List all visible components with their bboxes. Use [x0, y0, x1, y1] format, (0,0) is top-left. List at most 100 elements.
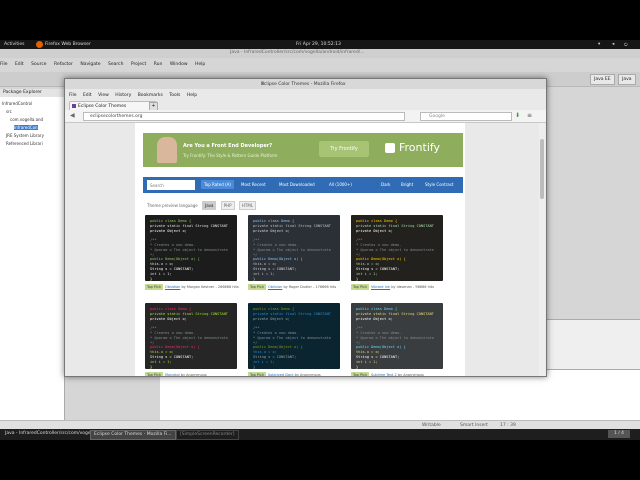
banner-cta-button[interactable]: Try Frontify	[319, 141, 369, 157]
ff-menu-file[interactable]: File	[69, 93, 77, 98]
package-explorer-header: Package Explorer	[0, 89, 64, 97]
code-line: * Creates a new demo.	[356, 243, 402, 247]
ff-menu-history[interactable]: History	[115, 93, 131, 98]
ff-menu-bookmarks[interactable]: Bookmarks	[138, 93, 163, 98]
code-line: private static final String CONSTANT	[356, 311, 434, 316]
eclipse-menu-file[interactable]: File	[0, 62, 8, 67]
code-line: * @param o The object to demonstrate	[356, 247, 434, 252]
code-line: this.o = o;	[356, 262, 380, 267]
code-line: /**	[253, 326, 260, 331]
search-box[interactable]: Google	[420, 112, 512, 121]
tree-item-class[interactable]: InfraredCon	[14, 125, 38, 130]
activities-button[interactable]: Activities	[4, 42, 25, 47]
back-icon[interactable]: ◀	[70, 112, 75, 119]
eclipse-menu-refactor[interactable]: Refactor	[54, 62, 73, 67]
task-eclipse[interactable]: Java - InfraredController/src/com/vogel.…	[2, 430, 99, 438]
task-screen-recorder[interactable]: [SimpleScreenRecorder]	[176, 430, 239, 440]
theme-preview-card[interactable]: public class Demo { private static final…	[145, 215, 237, 281]
close-icon[interactable]: ✕	[261, 82, 265, 87]
filter-java[interactable]: Java	[202, 201, 217, 210]
code-line: * Creates a new demo.	[356, 331, 402, 335]
code-line: public Demo(Object o) {	[356, 345, 406, 350]
theme-author: by Anonymous	[180, 373, 207, 377]
nav-top-rated[interactable]: Top Rated (A)	[201, 180, 234, 189]
theme-author: by Roger Dudler - 176666 hits	[283, 285, 337, 289]
code-line: this.o = o;	[150, 262, 174, 267]
url-bar[interactable]: eclipsecolorthemes.org	[83, 112, 405, 121]
code-line: public class Demo {	[253, 219, 295, 223]
code-line: int i = 1;	[356, 271, 378, 276]
download-icon[interactable]: ⬇	[515, 112, 520, 119]
code-line: int i = 1;	[150, 359, 172, 364]
filter-php[interactable]: PHP	[220, 201, 235, 210]
theme-name-link[interactable]: Vibrant Ink	[371, 285, 390, 289]
theme-name-link[interactable]: Obsidian	[165, 285, 180, 289]
eclipse-menu-run[interactable]: Run	[154, 62, 163, 67]
workspace-pager[interactable]: 1 / 4	[608, 430, 630, 438]
theme-preview-card[interactable]: public class Demo { private static final…	[248, 303, 340, 369]
url-text: eclipsecolorthemes.org	[90, 114, 143, 119]
eclipse-titlebar: Java - InfraredController/src/com/vogell…	[0, 49, 640, 58]
nav-style-contrast[interactable]: Style Contrast	[425, 182, 453, 187]
nav-all[interactable]: All (1000+)	[329, 182, 352, 187]
app-menu[interactable]: Firefox Web Browser	[45, 42, 91, 47]
theme-search-input[interactable]: Search	[147, 180, 195, 190]
task-firefox[interactable]: Eclipse Color Themes - Mozilla Fi...	[90, 430, 176, 440]
menu-icon[interactable]: ≡	[527, 112, 532, 119]
eclipse-menu-search[interactable]: Search	[108, 62, 123, 67]
tree-item-package[interactable]: com.vogella.and	[10, 117, 43, 122]
nav-most-downloaded[interactable]: Most Downloaded	[279, 182, 315, 187]
firefox-titlebar: Eclipse Color Themes - Mozilla Firefox ✕	[65, 79, 546, 89]
code-line: * Creates a new demo.	[150, 331, 196, 335]
code-line: String s = CONSTANT;	[356, 355, 400, 359]
network-icon[interactable]: ▾	[598, 42, 600, 47]
theme-card-meta: Top Pick Oblivion by Roger Dudler - 17666…	[248, 284, 337, 290]
theme-author: by Anonymous	[294, 373, 321, 377]
code-line: */	[356, 340, 361, 345]
scrollbar-thumb[interactable]	[540, 139, 544, 199]
ff-menu-help[interactable]: Help	[187, 93, 197, 98]
theme-name-link[interactable]: Monokai	[165, 373, 180, 376]
perspective-java-ee[interactable]: Java EE	[590, 74, 615, 85]
theme-card-meta: Top Pick Obsidian by Morgan Kestner - 266…	[145, 284, 239, 290]
volume-icon[interactable]: ◂	[612, 42, 614, 47]
theme-name-link[interactable]: Oblivion	[268, 285, 282, 289]
ad-banner[interactable]: Are You a Front End Developer? Try Front…	[143, 133, 463, 167]
code-line: public Demo(Object o) {	[253, 257, 303, 262]
theme-preview-card[interactable]: public class Demo { private static final…	[248, 215, 340, 281]
tree-item-src[interactable]: src	[6, 109, 12, 114]
eclipse-menu-window[interactable]: Window	[170, 62, 188, 67]
theme-preview-card[interactable]: public class Demo { private static final…	[351, 215, 443, 281]
theme-preview-card[interactable]: public class Demo { private static final…	[351, 303, 443, 369]
nav-dark[interactable]: Dark	[381, 182, 391, 187]
code-line: public class Demo {	[150, 307, 192, 311]
ff-menu-view[interactable]: View	[98, 93, 109, 98]
code-line: public Demo(Object o) {	[150, 345, 200, 350]
code-line: /**	[356, 238, 363, 243]
filter-html[interactable]: HTML	[238, 201, 257, 210]
code-line: private Object o;	[253, 316, 290, 321]
theme-search-placeholder: Search	[150, 183, 164, 188]
power-icon[interactable]: ⏻	[624, 42, 628, 48]
eclipse-menu-project[interactable]: Project	[131, 62, 146, 67]
tree-item-project[interactable]: InfraredControl	[2, 101, 32, 106]
eclipse-menu-help[interactable]: Help	[195, 62, 205, 67]
clock[interactable]: Fri Apr 29, 10:52:13	[296, 42, 341, 47]
nav-bright[interactable]: Bright	[401, 182, 413, 187]
tree-item-libraries[interactable]: Referenced Librari	[6, 141, 43, 146]
perspective-java[interactable]: Java	[618, 74, 636, 85]
top-pick-badge: Top Pick	[351, 372, 369, 377]
eclipse-menu-edit[interactable]: Edit	[15, 62, 24, 67]
tree-item-jre[interactable]: JRE System Library	[6, 133, 44, 138]
eclipse-menu-source[interactable]: Source	[31, 62, 46, 67]
package-explorer-title[interactable]: Package Explorer	[3, 90, 42, 96]
theme-name-link[interactable]: Solarized Dark	[268, 373, 294, 376]
eclipse-menu-navigate[interactable]: Navigate	[80, 62, 100, 67]
ff-menu-edit[interactable]: Edit	[83, 93, 92, 98]
firefox-icon	[36, 41, 43, 48]
theme-preview-card[interactable]: public class Demo { private static final…	[145, 303, 237, 369]
nav-most-recent[interactable]: Most Recent	[241, 182, 266, 187]
theme-name-link[interactable]: Sublime Text 2	[371, 373, 397, 376]
theme-card-meta: Top Pick Vibrant Ink by ideaman - 96666 h…	[351, 284, 434, 290]
ff-menu-tools[interactable]: Tools	[169, 93, 180, 98]
